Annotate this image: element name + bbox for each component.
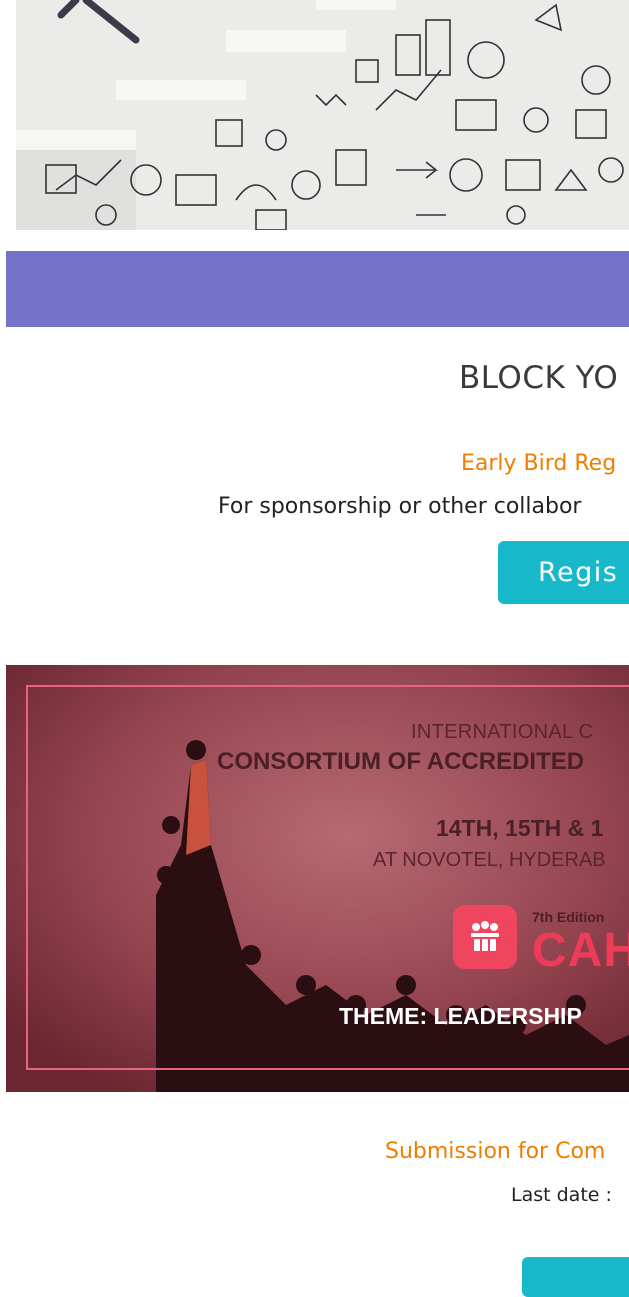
- people-group-icon: [453, 905, 517, 969]
- banner-brand: CAH: [532, 924, 629, 977]
- submission-title: Submission for Com: [385, 1139, 606, 1164]
- banner-line-2: CONSORTIUM OF ACCREDITED: [217, 748, 585, 775]
- last-date-text: Last date :: [511, 1184, 612, 1206]
- sketch-business-icons-image: [16, 0, 629, 230]
- purple-banner-strip: [6, 251, 629, 327]
- banner-venue: AT NOVOTEL, HYDERAB: [373, 849, 606, 871]
- conference-banner: INTERNATIONAL C CONSORTIUM OF ACCREDITED…: [6, 665, 629, 1092]
- banner-line-1: INTERNATIONAL C: [411, 721, 594, 743]
- submission-button[interactable]: [522, 1257, 629, 1297]
- register-button[interactable]: Regis: [498, 541, 629, 604]
- sponsorship-text: For sponsorship or other collabor: [218, 494, 582, 519]
- people-group-icon-shape: [471, 921, 499, 951]
- banner-dates: 14TH, 15TH & 1: [436, 815, 604, 841]
- banner-theme: THEME: LEADERSHIP: [339, 1003, 582, 1029]
- section-heading: BLOCK YO: [459, 360, 619, 396]
- early-bird-text: Early Bird Reg: [461, 451, 617, 476]
- hero-image: [16, 0, 629, 230]
